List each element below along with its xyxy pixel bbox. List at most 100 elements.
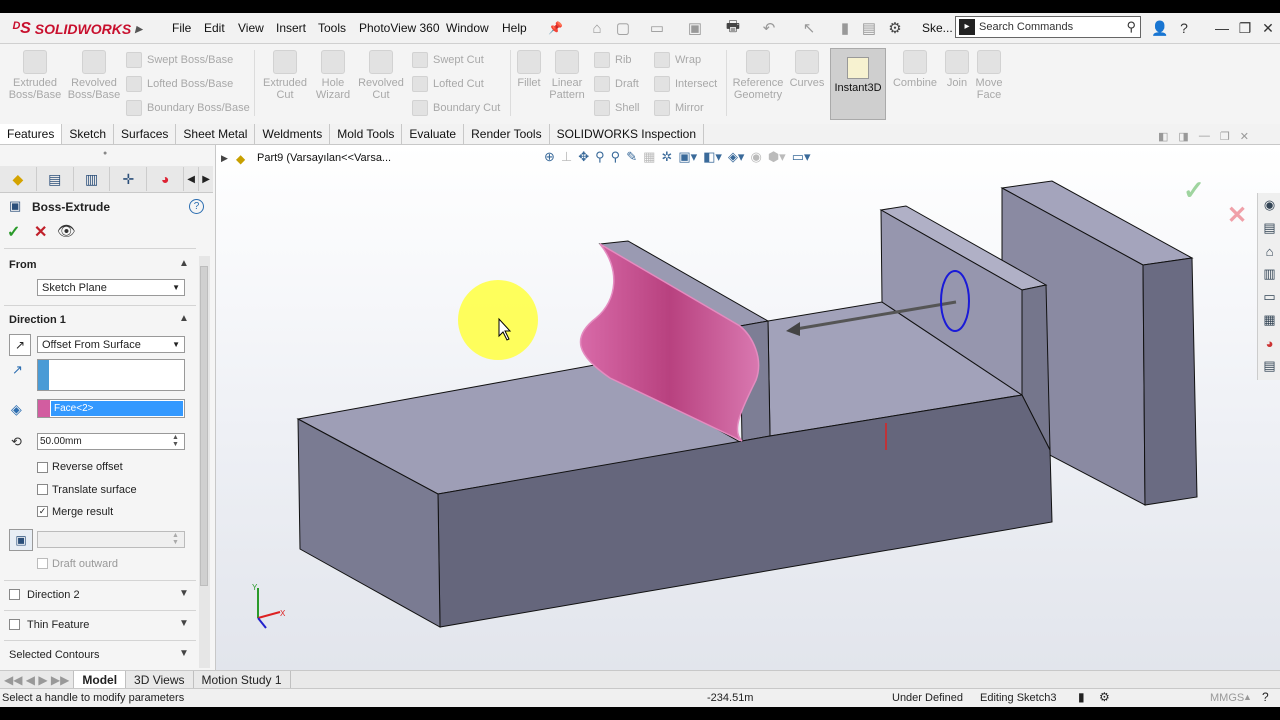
- gear-icon[interactable]: ⚙: [884, 16, 906, 40]
- tree-expand-icon[interactable]: ▶: [221, 153, 228, 164]
- search-icon[interactable]: ⚲: [1126, 19, 1136, 35]
- save-icon[interactable]: ▣: [684, 16, 706, 40]
- draft-toggle-icon[interactable]: ▣: [9, 529, 33, 551]
- unit-system[interactable]: MMGS: [1210, 692, 1244, 704]
- translate-surface-checkbox[interactable]: [37, 484, 48, 495]
- customize-icon[interactable]: ⚙: [1099, 690, 1110, 704]
- curves-button[interactable]: Curves: [788, 50, 826, 110]
- selected-contours-section-header[interactable]: Selected Contours: [9, 649, 100, 661]
- hide-show-items-icon[interactable]: ◧▾: [703, 149, 722, 165]
- chevron-down-icon[interactable]: ▼: [179, 618, 189, 629]
- pin-icon[interactable]: 📌: [548, 13, 563, 43]
- collapse-icon[interactable]: ▲: [179, 313, 189, 324]
- face-selection-field[interactable]: Face<2>: [37, 399, 185, 418]
- units-dropdown-icon[interactable]: ▲: [1243, 692, 1252, 702]
- collapse-icon[interactable]: ▲: [179, 258, 189, 269]
- hole-wizard-button[interactable]: Hole Wizard: [310, 50, 356, 110]
- menu-view[interactable]: View: [238, 13, 264, 43]
- panel-splitter[interactable]: ●: [103, 150, 107, 157]
- tab-surfaces[interactable]: Surfaces: [114, 124, 177, 144]
- move-face-button[interactable]: Move Face: [974, 50, 1004, 110]
- doc-minimize-icon[interactable]: —: [1199, 130, 1210, 143]
- feature-manager-icon[interactable]: ◆: [0, 167, 37, 191]
- fillet-button[interactable]: Fillet: [514, 50, 544, 110]
- confirm-cancel-icon[interactable]: ✕: [1227, 201, 1247, 230]
- instant3d-button[interactable]: Instant3D: [830, 48, 886, 120]
- end-condition-select[interactable]: Offset From Surface ▼: [37, 336, 185, 353]
- minimize-icon[interactable]: —: [1210, 16, 1234, 40]
- rebuild-icon[interactable]: ▮: [834, 16, 856, 40]
- file-properties-icon[interactable]: ▤: [858, 16, 880, 40]
- chevron-down-icon[interactable]: ▼: [179, 648, 189, 659]
- view-settings-icon[interactable]: ⬢▾: [768, 149, 786, 165]
- section-view-icon[interactable]: ✎: [626, 149, 637, 165]
- model-view[interactable]: Y X: [216, 145, 1280, 670]
- zoom-in-icon[interactable]: ⚲: [595, 149, 605, 165]
- tab-model[interactable]: Model: [74, 671, 127, 689]
- menu-tools[interactable]: Tools: [318, 13, 346, 43]
- doc-restore-icon[interactable]: ❐: [1220, 130, 1230, 143]
- undo-icon[interactable]: ↶: [758, 16, 780, 40]
- graphics-area[interactable]: Y X ▶ ◆ Part9 (Varsayılan<<Varsa... ⊕ ⊥ …: [216, 145, 1280, 670]
- intersect-button[interactable]: Intersect: [654, 74, 717, 94]
- direction-vector-field[interactable]: [37, 359, 185, 391]
- pan-icon[interactable]: ✥: [578, 149, 589, 165]
- spinner-icon[interactable]: ▲ ▼: [168, 532, 183, 547]
- dynamic-annotation-icon[interactable]: ▦: [643, 149, 655, 165]
- direction2-section-header[interactable]: Direction 2: [27, 589, 80, 601]
- zoom-to-fit-icon[interactable]: ⊕: [544, 149, 555, 165]
- shell-button[interactable]: Shell: [594, 98, 639, 118]
- draft-outward-checkbox[interactable]: [37, 558, 48, 569]
- design-library-icon[interactable]: ▤: [1260, 218, 1280, 238]
- help-icon[interactable]: ?: [1172, 16, 1196, 40]
- boundary-cut-button[interactable]: Boundary Cut: [412, 98, 500, 118]
- dimxpert-icon[interactable]: ✛: [110, 167, 148, 191]
- direction1-section-header[interactable]: Direction 1: [9, 314, 66, 326]
- apply-scene-icon[interactable]: ◉: [750, 149, 761, 165]
- selected-face-item[interactable]: Face<2>: [51, 401, 183, 416]
- extruded-cut-button[interactable]: Extruded Cut: [260, 50, 310, 110]
- thin-feature-checkbox[interactable]: [9, 619, 20, 630]
- view-palette-icon[interactable]: ▦: [1260, 310, 1280, 330]
- search-input[interactable]: Search Commands: [979, 21, 1126, 33]
- reverse-direction-icon[interactable]: ↗: [9, 334, 31, 356]
- reverse-offset-checkbox[interactable]: [37, 462, 48, 473]
- edit-appearance-icon[interactable]: ◈▾: [728, 149, 745, 165]
- draft-angle-input[interactable]: [37, 531, 185, 548]
- join-button[interactable]: Join: [942, 50, 972, 110]
- plate-front-face[interactable]: [1142, 257, 1198, 506]
- file-explorer-icon[interactable]: ▥: [1260, 264, 1280, 284]
- scrollbar-thumb[interactable]: [200, 266, 208, 586]
- solidworks-logo[interactable]: ᴰS SOLIDWORKS ▶: [12, 16, 144, 42]
- tab-evaluate[interactable]: Evaluate: [402, 124, 465, 144]
- swept-cut-button[interactable]: Swept Cut: [412, 50, 484, 70]
- from-section-header[interactable]: From: [9, 259, 37, 271]
- tab-motion-study-1[interactable]: Motion Study 1: [194, 671, 291, 689]
- tab-3d-views[interactable]: 3D Views: [126, 671, 194, 689]
- revolved-boss-button[interactable]: Revolved Boss/Base: [66, 50, 122, 110]
- open-icon[interactable]: ▭: [646, 16, 668, 40]
- tab-features[interactable]: Features: [0, 124, 63, 144]
- wrap-button[interactable]: Wrap: [654, 50, 701, 70]
- confirm-ok-icon[interactable]: ✓: [1183, 175, 1205, 206]
- revolved-cut-button[interactable]: Revolved Cut: [356, 50, 406, 110]
- menu-insert[interactable]: Insert: [276, 13, 306, 43]
- zoom-selection-icon[interactable]: ⚲: [611, 149, 621, 165]
- configuration-manager-icon[interactable]: ▥: [74, 167, 111, 191]
- lofted-boss-button[interactable]: Lofted Boss/Base: [126, 74, 233, 94]
- lofted-cut-button[interactable]: Lofted Cut: [412, 74, 484, 94]
- select-icon[interactable]: ↖: [798, 16, 820, 40]
- mirror-button[interactable]: Mirror: [654, 98, 704, 118]
- extruded-boss-button[interactable]: Extruded Boss/Base: [6, 50, 64, 110]
- draft-button[interactable]: Draft: [594, 74, 639, 94]
- thin-feature-section-header[interactable]: Thin Feature: [27, 619, 89, 631]
- tile-left-icon[interactable]: ◧: [1158, 130, 1168, 143]
- display-manager-icon[interactable]: ◕: [147, 167, 185, 191]
- close-icon[interactable]: ✕: [1256, 16, 1280, 40]
- tab-mold-tools[interactable]: Mold Tools: [330, 124, 403, 144]
- zoom-area-icon[interactable]: ⊥: [561, 149, 572, 165]
- new-document-icon[interactable]: ▢: [612, 16, 634, 40]
- print-icon[interactable]: 🖶: [722, 16, 744, 40]
- restore-icon[interactable]: ❐: [1233, 16, 1257, 40]
- chevron-down-icon[interactable]: ▼: [179, 588, 189, 599]
